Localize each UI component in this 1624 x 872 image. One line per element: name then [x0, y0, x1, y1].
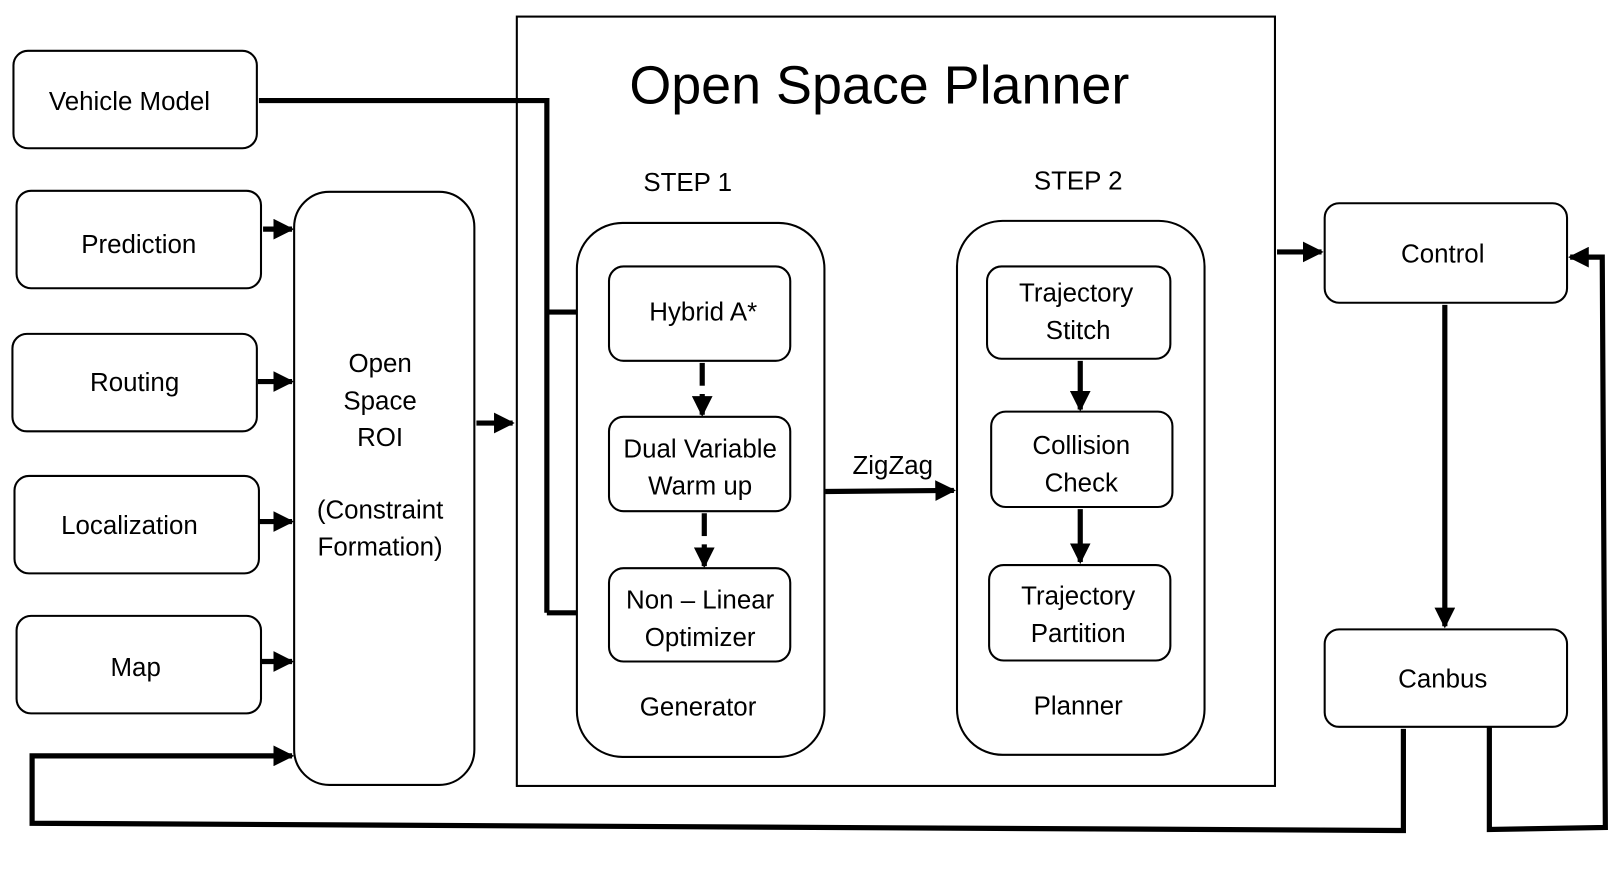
stitch-line-2: Stitch [1046, 317, 1111, 345]
nonlinear-line-1: Non – Linear [626, 587, 775, 615]
dual-variable-line-1: Dual Variable [623, 435, 776, 463]
step1-label: STEP 1 [643, 169, 732, 197]
prediction-label: Prediction [81, 231, 196, 259]
roi-line-6: Formation) [318, 534, 443, 562]
map-label: Map [111, 654, 161, 682]
prediction-node: Prediction [15, 189, 263, 290]
diagram-title: Open Space Planner [629, 56, 1129, 116]
canbus-to-control-feedback [1486, 246, 1608, 833]
dual-variable-line-2: Warm up [648, 473, 752, 501]
dual-variable-node: Dual Variable Warm up [607, 415, 792, 513]
collision-line-1: Collision [1032, 432, 1130, 460]
nonlinear-optimizer-node: Non – Linear Optimizer [607, 567, 792, 663]
map-node: Map [15, 614, 263, 715]
vehicle-model-node: Vehicle Model [12, 49, 258, 150]
localization-node: Localization [13, 474, 260, 575]
open-space-roi-node: Open Space ROI (Constraint Formation) [293, 190, 476, 786]
canbus-label: Canbus [1398, 665, 1487, 693]
step2-label: STEP 2 [1034, 168, 1123, 196]
roi-line-2: Space [343, 388, 416, 416]
zigzag-arrow [825, 480, 956, 501]
trajectory-stitch-node: Trajectory Stitch [986, 265, 1172, 360]
generator-label: Generator [640, 693, 757, 721]
planner-label: Planner [1034, 692, 1124, 720]
collision-check-node: Collision Check [990, 410, 1174, 509]
roi-line-3: ROI [357, 424, 403, 452]
collision-line-2: Check [1045, 469, 1118, 497]
partition-line-1: Trajectory [1021, 582, 1135, 610]
vehicle-model-label: Vehicle Model [49, 88, 210, 116]
trajectory-partition-node: Trajectory Partition [988, 564, 1172, 662]
nonlinear-line-2: Optimizer [645, 624, 756, 652]
routing-node: Routing [11, 332, 258, 433]
partition-line-2: Partition [1031, 620, 1126, 648]
canbus-node: Canbus [1323, 628, 1569, 728]
roi-line-5: (Constraint [317, 496, 444, 524]
control-node: Control [1323, 202, 1569, 304]
zigzag-label: ZigZag [853, 452, 934, 480]
hybrid-a-star-node: Hybrid A* [607, 265, 792, 362]
stitch-line-1: Trajectory [1019, 280, 1133, 308]
routing-label: Routing [90, 369, 179, 397]
control-label: Control [1401, 240, 1484, 268]
hybrid-a-star-label: Hybrid A* [649, 298, 757, 326]
localization-label: Localization [61, 512, 198, 540]
roi-line-1: Open [348, 350, 411, 378]
open-space-planner-diagram: Open Space Planner Vehicle Model Predict… [11, 15, 1608, 834]
